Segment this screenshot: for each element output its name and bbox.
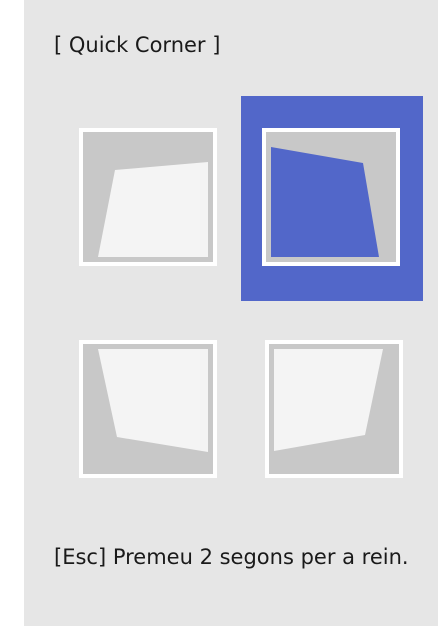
quick-corner-panel: [ Quick Corner ] [Esc] Premeu 2 segons p…	[24, 0, 438, 626]
corner-option-top-right[interactable]	[241, 96, 423, 301]
bottom-right-corner-icon	[265, 340, 403, 478]
top-right-corner-icon	[262, 128, 400, 266]
corner-option-bottom-left[interactable]	[58, 308, 240, 513]
top-left-corner-icon	[79, 128, 217, 266]
bottom-left-corner-icon	[79, 340, 217, 478]
corner-option-bottom-right[interactable]	[244, 308, 426, 513]
footer-hint: [Esc] Premeu 2 segons per a rein.	[54, 545, 409, 569]
panel-title: [ Quick Corner ]	[54, 33, 221, 57]
corner-option-top-left[interactable]	[58, 96, 240, 301]
